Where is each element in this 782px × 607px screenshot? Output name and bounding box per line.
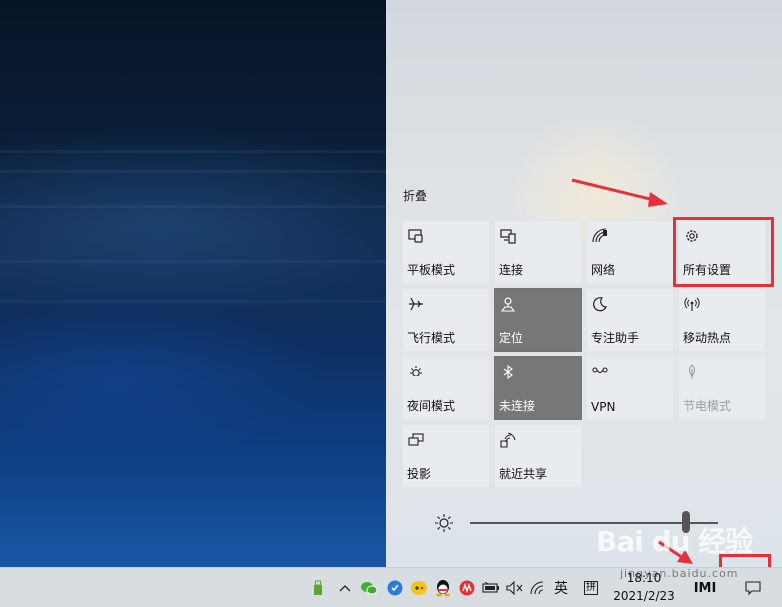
tile-label: 平板模式 xyxy=(407,263,456,277)
connect-icon xyxy=(500,228,516,244)
tile-vpn[interactable]: VPN xyxy=(586,356,674,420)
tile-tablet-mode[interactable]: 平板模式 xyxy=(402,220,490,284)
game-icon[interactable] xyxy=(408,568,430,607)
shield-icon[interactable] xyxy=(384,568,406,607)
airplane-icon xyxy=(408,296,424,312)
tile-label: 专注助手 xyxy=(591,331,640,345)
tile-label: 就近共享 xyxy=(499,467,548,481)
project-icon xyxy=(408,432,424,448)
tile-label: 定位 xyxy=(499,331,524,345)
chevron-up-icon[interactable] xyxy=(336,568,354,607)
tile-label: 网络 xyxy=(591,263,616,277)
input-method-indicator[interactable]: 英 xyxy=(550,568,572,607)
tile-location[interactable]: 定位 xyxy=(494,288,582,352)
tile-nearby-share[interactable]: 就近共享 xyxy=(494,424,582,488)
tile-label: 未连接 xyxy=(499,399,536,413)
tile-project[interactable]: 投影 xyxy=(402,424,490,488)
tablet-mode-icon xyxy=(408,228,424,244)
battery-icon[interactable] xyxy=(480,568,502,607)
location-icon xyxy=(500,296,516,312)
watermark-logo: Bai du 经验 xyxy=(596,525,753,558)
tile-label: 移动热点 xyxy=(683,331,732,345)
tile-label: 夜间模式 xyxy=(407,399,456,413)
tile-focus-assist[interactable]: 专注助手 xyxy=(586,288,674,352)
music-icon[interactable] xyxy=(456,568,478,607)
collapse-link[interactable]: 折叠 xyxy=(403,187,427,204)
desktop-wallpaper xyxy=(0,0,386,567)
tile-label: 连接 xyxy=(499,263,524,277)
wechat-icon[interactable] xyxy=(358,568,380,607)
tile-label: 投影 xyxy=(407,467,432,481)
hotspot-icon xyxy=(684,296,700,312)
qq-icon[interactable] xyxy=(432,568,454,607)
usb-icon[interactable] xyxy=(308,568,328,607)
tile-mobile-hotspot[interactable]: 移动热点 xyxy=(678,288,766,352)
tile-network[interactable]: 网络 xyxy=(586,220,674,284)
tile-label: 飞行模式 xyxy=(407,331,456,345)
nearby-share-icon xyxy=(500,432,516,448)
red-arrow-icon xyxy=(571,178,668,207)
tile-label: VPN xyxy=(591,400,616,414)
battery-saver-icon xyxy=(684,364,700,380)
tile-label: 节电模式 xyxy=(683,399,732,413)
volume-muted-icon[interactable] xyxy=(504,568,526,607)
vpn-icon xyxy=(592,364,608,380)
brightness-icon xyxy=(434,513,454,537)
wifi-icon[interactable] xyxy=(528,568,550,607)
settings-highlight-box xyxy=(673,217,774,287)
tile-battery-saver[interactable]: 节电模式 xyxy=(678,356,766,420)
tile-bluetooth[interactable]: 未连接 xyxy=(494,356,582,420)
bluetooth-icon xyxy=(500,364,516,380)
tile-airplane-mode[interactable]: 飞行模式 xyxy=(402,288,490,352)
watermark-url: jingyan.baidu.com xyxy=(620,567,739,580)
tile-connect[interactable]: 连接 xyxy=(494,220,582,284)
baidu-watermark: Bai du 经验 jingyan.baidu.com xyxy=(590,520,780,590)
night-light-icon xyxy=(408,364,424,380)
tile-night-light[interactable]: 夜间模式 xyxy=(402,356,490,420)
network-icon xyxy=(592,228,608,244)
moon-icon xyxy=(592,296,608,312)
